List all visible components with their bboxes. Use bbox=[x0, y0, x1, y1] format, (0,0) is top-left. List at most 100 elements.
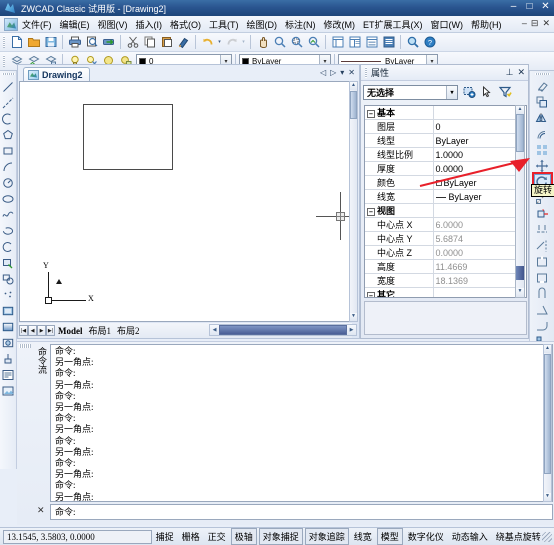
scroll-thumb[interactable] bbox=[350, 91, 357, 119]
save-file-icon[interactable] bbox=[42, 34, 59, 50]
document-icon[interactable] bbox=[4, 17, 18, 31]
property-value-lineweight[interactable]: ByLayer bbox=[433, 189, 517, 204]
mdi-minimize-button[interactable]: – bbox=[522, 18, 527, 29]
pan-icon[interactable] bbox=[254, 34, 271, 50]
redo-icon[interactable] bbox=[223, 34, 240, 50]
multiline-text-icon[interactable] bbox=[1, 367, 16, 383]
close-button[interactable]: ✕ bbox=[540, 1, 551, 13]
status-toggle-otrack[interactable]: 对象追踪 bbox=[304, 528, 349, 545]
construction-line-icon[interactable] bbox=[1, 95, 16, 111]
layout-next-button[interactable]: ▶ bbox=[37, 325, 46, 336]
layout-tab-layout1[interactable]: 布局1 bbox=[86, 324, 115, 337]
scroll-up-arrow[interactable]: ▲ bbox=[544, 345, 551, 353]
table-row[interactable]: 厚度 0.0000 bbox=[365, 161, 517, 176]
chamfer-icon[interactable] bbox=[534, 302, 551, 318]
status-toggle-tablet[interactable]: 数字化仪 bbox=[405, 529, 447, 544]
undo-icon[interactable] bbox=[199, 34, 216, 50]
design-center-icon[interactable] bbox=[346, 34, 363, 50]
property-value-linetype[interactable]: ByLayer bbox=[433, 133, 517, 148]
command-history[interactable]: 命令: 另一角点: 命令: 另一角点: 命令: 另一角点: 命令: 另一角点: … bbox=[50, 344, 553, 502]
gradient-icon[interactable] bbox=[1, 319, 16, 335]
collapse-icon[interactable]: – bbox=[367, 291, 375, 297]
quick-select-icon[interactable] bbox=[461, 85, 476, 100]
tab-close-button[interactable]: ✕ bbox=[348, 68, 355, 77]
maximize-button[interactable]: □ bbox=[524, 1, 535, 13]
fillet-icon[interactable] bbox=[534, 318, 551, 334]
command-scrollbar[interactable]: ▲ ▼ bbox=[543, 344, 552, 502]
arc-icon[interactable] bbox=[1, 159, 16, 175]
zoom-window-icon[interactable] bbox=[288, 34, 305, 50]
status-toggle-lineweight[interactable]: 线宽 bbox=[351, 529, 375, 544]
revision-cloud-icon[interactable] bbox=[1, 239, 16, 255]
table-icon[interactable] bbox=[1, 351, 16, 367]
chevron-down-icon[interactable]: ▾ bbox=[446, 85, 457, 99]
search-icon[interactable] bbox=[404, 34, 421, 50]
status-toggle-ortho[interactable]: 正交 bbox=[205, 529, 229, 544]
tab-prev-button[interactable]: ◁ bbox=[320, 68, 326, 77]
resize-grip-icon[interactable] bbox=[541, 531, 553, 542]
table-row[interactable]: 中心点 Y 5.6874 bbox=[365, 231, 517, 246]
toolbar-grip[interactable] bbox=[1, 72, 15, 77]
menu-help[interactable]: 帮助(H) bbox=[467, 17, 506, 32]
line-icon[interactable] bbox=[1, 79, 16, 95]
make-block-icon[interactable] bbox=[1, 271, 16, 287]
layout-prev-button[interactable]: ◀ bbox=[28, 325, 37, 336]
property-value-color[interactable]: ByLayer bbox=[433, 175, 517, 190]
break-icon[interactable] bbox=[534, 270, 551, 286]
raster-image-icon[interactable] bbox=[1, 383, 16, 399]
scroll-thumb[interactable] bbox=[516, 114, 524, 152]
erase-icon[interactable] bbox=[534, 78, 551, 94]
layout-icon[interactable] bbox=[380, 34, 397, 50]
copy-icon[interactable] bbox=[141, 34, 158, 50]
help-icon[interactable]: ? bbox=[421, 34, 438, 50]
toolbar-grip[interactable] bbox=[2, 54, 6, 68]
scroll-up-arrow[interactable]: ▲ bbox=[350, 82, 357, 90]
auto-hide-pin-icon[interactable]: ⊥ bbox=[506, 67, 514, 78]
tab-next-button[interactable]: ▷ bbox=[330, 68, 336, 77]
command-input[interactable]: 命令: bbox=[50, 504, 553, 520]
coordinate-display[interactable]: 13.1545, 3.5803, 0.0000 bbox=[3, 529, 152, 544]
table-row[interactable]: 线宽 ByLayer bbox=[365, 189, 517, 204]
quick-select-filter-icon[interactable] bbox=[497, 85, 512, 100]
table-row[interactable]: 颜色 ByLayer bbox=[365, 175, 517, 190]
properties-icon[interactable] bbox=[329, 34, 346, 50]
move-icon[interactable] bbox=[534, 158, 551, 174]
select-objects-icon[interactable] bbox=[479, 85, 494, 100]
open-file-icon[interactable] bbox=[25, 34, 42, 50]
insert-block-icon[interactable] bbox=[1, 255, 16, 271]
property-value-thickness[interactable]: 0.0000 bbox=[433, 161, 517, 176]
menu-edit[interactable]: 编辑(E) bbox=[56, 17, 94, 32]
table-row[interactable]: 宽度 18.1369 bbox=[365, 273, 517, 288]
point-icon[interactable] bbox=[1, 287, 16, 303]
status-toggle-polar[interactable]: 极轴 bbox=[230, 528, 257, 545]
status-toggle-snap[interactable]: 捕捉 bbox=[153, 529, 177, 544]
table-row[interactable]: 高度 11.4669 bbox=[365, 259, 517, 274]
tab-menu-button[interactable]: ▾ bbox=[340, 68, 344, 77]
undo-dropdown-icon[interactable]: ▾ bbox=[216, 34, 223, 50]
menu-dimension[interactable]: 标注(N) bbox=[281, 17, 320, 32]
menu-format[interactable]: 格式(O) bbox=[166, 17, 205, 32]
scroll-thumb-secondary[interactable] bbox=[516, 266, 524, 280]
palette-close-icon[interactable]: ✕ bbox=[517, 67, 525, 78]
hatch-icon[interactable] bbox=[1, 303, 16, 319]
match-properties-icon[interactable] bbox=[175, 34, 192, 50]
layout-tab-model[interactable]: Model bbox=[55, 326, 86, 336]
scroll-left-arrow[interactable]: ◀ bbox=[210, 325, 219, 335]
print-icon[interactable] bbox=[66, 34, 83, 50]
collapse-icon[interactable]: – bbox=[367, 207, 375, 216]
table-row[interactable]: 线型比例 1.0000 bbox=[365, 147, 517, 162]
status-toggle-model[interactable]: 模型 bbox=[376, 528, 403, 545]
table-row[interactable]: 图层 0 bbox=[365, 119, 517, 134]
paste-icon[interactable] bbox=[158, 34, 175, 50]
spline-icon[interactable] bbox=[1, 207, 16, 223]
cut-icon[interactable] bbox=[124, 34, 141, 50]
menu-insert[interactable]: 插入(I) bbox=[132, 17, 167, 32]
property-group-view[interactable]: – 视图 bbox=[365, 203, 517, 218]
menu-file[interactable]: 文件(F) bbox=[18, 17, 56, 32]
mirror-icon[interactable] bbox=[534, 110, 551, 126]
offset-icon[interactable] bbox=[534, 126, 551, 142]
zoom-previous-icon[interactable] bbox=[305, 34, 322, 50]
scroll-down-arrow[interactable]: ▼ bbox=[544, 493, 551, 501]
array-icon[interactable] bbox=[534, 142, 551, 158]
hscroll-thumb[interactable] bbox=[219, 325, 347, 335]
